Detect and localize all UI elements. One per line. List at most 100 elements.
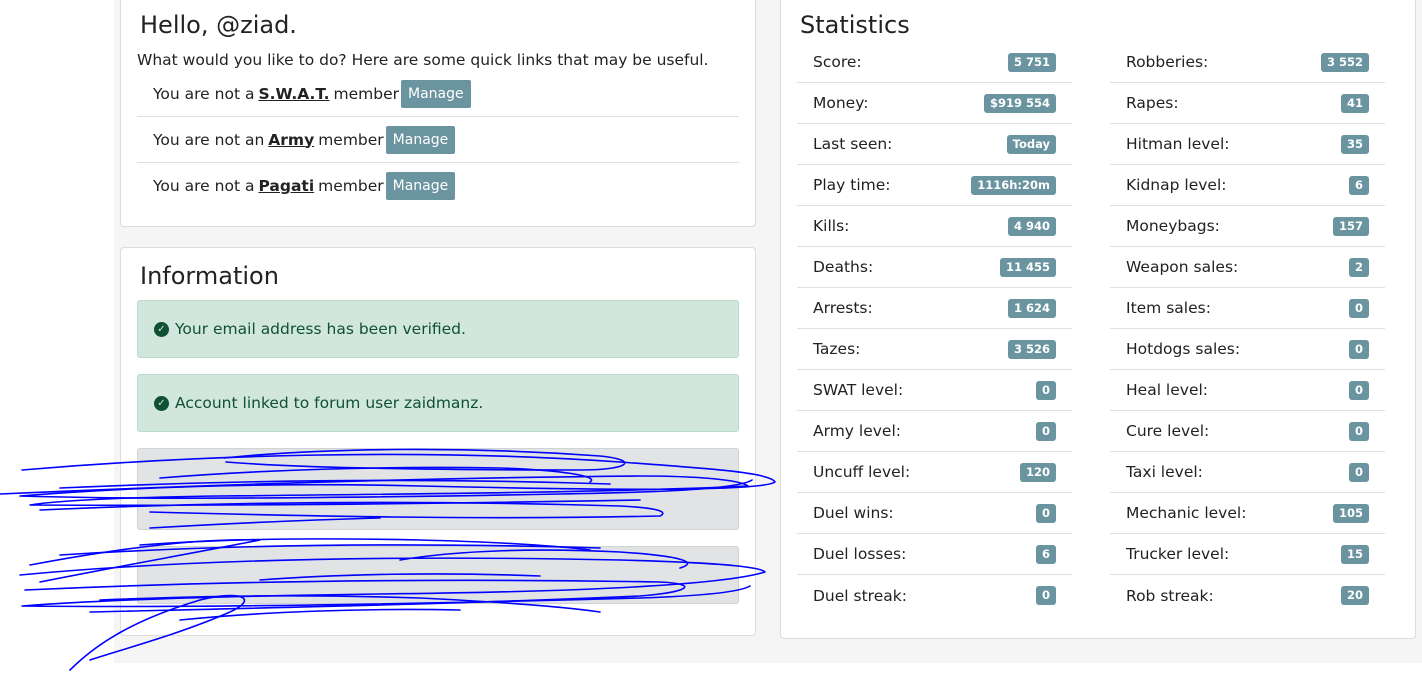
group-link-pagati[interactable]: Pagati [258, 177, 314, 195]
stat-badge: 1 624 [1007, 298, 1056, 318]
stat-row: Heal level: 0 [1110, 370, 1385, 411]
group-prefix: You are not an [153, 130, 265, 149]
stat-badge: 0 [1348, 298, 1369, 318]
stat-badge: 5 751 [1007, 52, 1056, 72]
information-card: Information ✓ Your email address has bee… [120, 247, 756, 636]
stat-badge: 41 [1340, 93, 1369, 113]
stat-badge: 15 [1340, 544, 1369, 564]
stat-row: Trucker level: 15 [1110, 534, 1385, 575]
stat-label: Tazes: [813, 340, 861, 358]
stat-label: Robberies: [1126, 53, 1209, 71]
manage-swat-button[interactable]: Manage [401, 79, 471, 108]
group-membership-list: You are not a S.W.A.T. member Manage You… [137, 71, 739, 209]
stat-badge: 0 [1348, 421, 1369, 441]
stat-row: Score: 5 751 [797, 42, 1072, 83]
stat-badge: 4 940 [1007, 216, 1056, 236]
stat-label: Play time: [813, 176, 891, 194]
stat-badge: 1116h:20m [971, 175, 1056, 195]
group-item-swat: You are not a S.W.A.T. member Manage [137, 71, 739, 117]
stat-row: Mechanic level: 105 [1110, 493, 1385, 534]
stat-badge: 120 [1019, 462, 1056, 482]
stat-row: Moneybags: 157 [1110, 206, 1385, 247]
manage-army-button[interactable]: Manage [385, 125, 456, 154]
stat-row: Play time: 1116h:20m [797, 165, 1072, 206]
stat-row: Rob streak: 20 [1110, 575, 1385, 616]
stat-label: Arrests: [813, 299, 873, 317]
stat-row: Item sales: 0 [1110, 288, 1385, 329]
stat-badge: 20 [1340, 586, 1369, 605]
stat-row: Uncuff level: 120 [797, 452, 1072, 493]
information-title: Information [140, 262, 279, 290]
stat-badge: 0 [1348, 339, 1369, 359]
stat-label: Cure level: [1126, 422, 1210, 440]
stat-row: Duel streak: 0 [797, 575, 1072, 616]
email-verified-alert: ✓ Your email address has been verified. [137, 300, 739, 358]
welcome-title: Hello, @ziad. [140, 11, 297, 39]
stat-badge: 3 552 [1320, 52, 1369, 72]
stat-badge: 6 [1035, 544, 1056, 564]
group-suffix: member [333, 84, 399, 103]
stat-label: Duel wins: [813, 504, 894, 522]
forum-linked-alert: ✓ Account linked to forum user zaidmanz. [137, 374, 739, 432]
stat-label: Item sales: [1126, 299, 1211, 317]
stat-row: Robberies: 3 552 [1110, 42, 1385, 83]
stat-badge: 0 [1035, 586, 1056, 605]
stat-badge: 35 [1340, 134, 1369, 154]
stat-row: Kidnap level: 6 [1110, 165, 1385, 206]
stat-badge: 105 [1332, 503, 1369, 523]
stat-label: Heal level: [1126, 381, 1209, 399]
statistics-right-column: Robberies: 3 552 Rapes: 41 Hitman level: 35… [1110, 42, 1385, 616]
stat-badge: 0 [1035, 380, 1056, 400]
stat-label: Taxi level: [1126, 463, 1203, 481]
redacted-alert [137, 448, 739, 530]
statistics-title: Statistics [800, 11, 910, 39]
stat-label: Weapon sales: [1126, 258, 1239, 276]
group-item-pagati: You are not a Pagati member Manage [137, 163, 739, 209]
stat-row: Taxi level: 0 [1110, 452, 1385, 493]
stat-label: Army level: [813, 422, 901, 440]
stat-row: Weapon sales: 2 [1110, 247, 1385, 288]
stat-row: Tazes: 3 526 [797, 329, 1072, 370]
stat-row: Money: $919 554 [797, 83, 1072, 124]
stat-label: Duel losses: [813, 545, 907, 563]
stat-badge: 11 455 [999, 257, 1056, 277]
group-link-army[interactable]: Army [268, 131, 314, 149]
stat-badge: 3 526 [1007, 339, 1056, 359]
welcome-intro: What would you like to do? Here are some… [137, 51, 709, 69]
group-suffix: member [318, 130, 384, 149]
stat-row: Duel losses: 6 [797, 534, 1072, 575]
alert-text: Your email address has been verified. [175, 320, 466, 338]
group-item-army: You are not an Army member Manage [137, 117, 739, 163]
stat-label: Score: [813, 53, 862, 71]
stat-badge: 2 [1348, 257, 1369, 277]
redacted-alert [137, 546, 739, 604]
group-prefix: You are not a [153, 177, 255, 195]
stat-row: Arrests: 1 624 [797, 288, 1072, 329]
stat-label: Kills: [813, 217, 850, 235]
stat-label: Money: [813, 94, 869, 112]
stat-row: SWAT level: 0 [797, 370, 1072, 411]
stat-row: Last seen: Today [797, 124, 1072, 165]
welcome-card: Hello, @ziad. What would you like to do?… [120, 0, 756, 227]
stat-label: Uncuff level: [813, 463, 911, 481]
stat-label: Kidnap level: [1126, 176, 1227, 194]
manage-pagati-button[interactable]: Manage [385, 172, 456, 200]
stat-row: Hitman level: 35 [1110, 124, 1385, 165]
group-prefix: You are not a [153, 84, 255, 103]
check-circle-icon: ✓ [154, 395, 169, 411]
group-suffix: member [318, 177, 384, 195]
stat-label: SWAT level: [813, 381, 904, 399]
stat-label: Rapes: [1126, 94, 1179, 112]
stat-badge: 6 [1348, 175, 1369, 195]
stat-row: Cure level: 0 [1110, 411, 1385, 452]
stat-badge: Today [1006, 134, 1056, 154]
stat-badge: 157 [1332, 216, 1369, 236]
alert-text: Account linked to forum user zaidmanz. [175, 394, 484, 412]
stat-label: Mechanic level: [1126, 504, 1247, 522]
stat-badge: 0 [1035, 421, 1056, 441]
stat-row: Rapes: 41 [1110, 83, 1385, 124]
stat-row: Hotdogs sales: 0 [1110, 329, 1385, 370]
stat-row: Duel wins: 0 [797, 493, 1072, 534]
group-link-swat[interactable]: S.W.A.T. [258, 85, 329, 103]
stat-badge: $919 554 [983, 93, 1056, 113]
